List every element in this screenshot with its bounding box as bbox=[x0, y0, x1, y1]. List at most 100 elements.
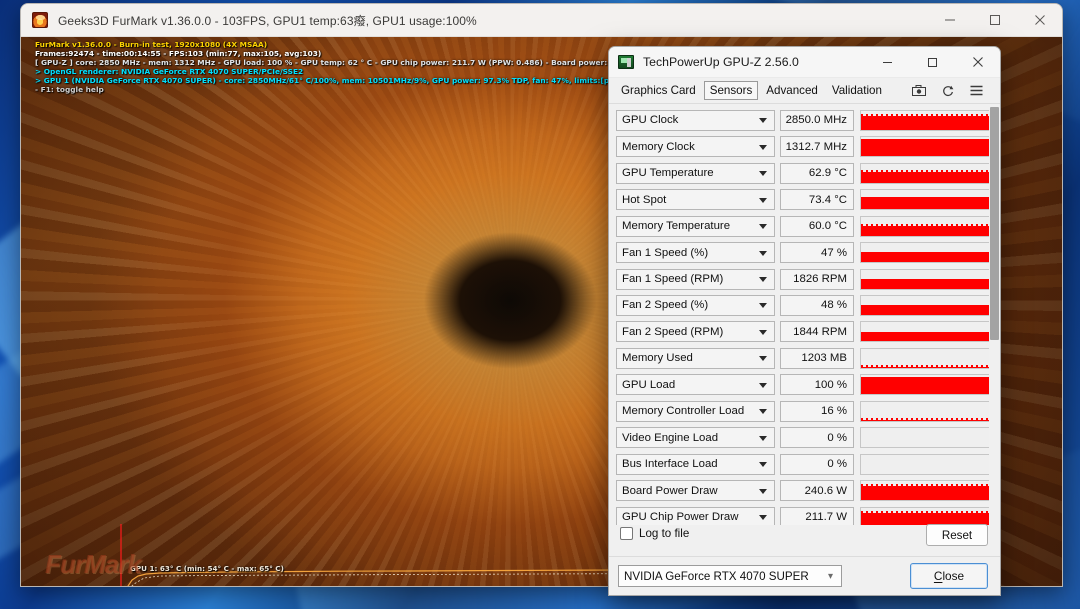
close-button[interactable]: Close bbox=[910, 563, 988, 589]
sensor-value: 100 % bbox=[780, 374, 854, 396]
sensor-name-dropdown[interactable]: GPU Clock bbox=[616, 109, 775, 131]
sensor-name-label: GPU Clock bbox=[622, 114, 679, 127]
sensor-graph-fill bbox=[861, 279, 994, 289]
sensor-name-label: Memory Controller Load bbox=[622, 405, 745, 418]
sensor-graph-noise bbox=[861, 417, 994, 420]
sensor-name-label: Fan 1 Speed (%) bbox=[622, 246, 709, 259]
gpuz-footer: Log to file Reset NVIDIA GeForce RTX 407… bbox=[609, 524, 1000, 595]
sensor-name-dropdown[interactable]: Memory Controller Load bbox=[616, 400, 775, 422]
minimize-icon[interactable] bbox=[927, 4, 972, 37]
minimize-icon[interactable] bbox=[865, 47, 910, 78]
chevron-down-icon bbox=[759, 197, 767, 203]
sensor-graph bbox=[860, 189, 994, 211]
gpu-selector-value: NVIDIA GeForce RTX 4070 SUPER bbox=[624, 569, 809, 583]
camera-icon[interactable] bbox=[904, 85, 933, 96]
sensor-graph-fill bbox=[861, 115, 994, 130]
chevron-down-icon bbox=[759, 277, 767, 282]
sensor-name-dropdown[interactable]: Fan 2 Speed (RPM) bbox=[616, 321, 775, 343]
sensor-name-dropdown[interactable]: Memory Temperature bbox=[616, 215, 775, 237]
reset-button[interactable]: Reset bbox=[926, 524, 988, 546]
gpuz-tabbar: Graphics Card Sensors Advanced Validatio… bbox=[609, 78, 1000, 104]
sensor-graph bbox=[860, 268, 994, 290]
sensor-name-dropdown[interactable]: Board Power Draw bbox=[616, 480, 775, 502]
sensor-value: 73.4 °C bbox=[780, 189, 854, 211]
log-to-file-checkbox[interactable] bbox=[620, 527, 633, 540]
sensor-name-dropdown[interactable]: Fan 1 Speed (RPM) bbox=[616, 268, 775, 290]
chevron-down-icon: ▾ bbox=[827, 570, 833, 582]
sensor-row: GPU Load 100 % bbox=[616, 374, 994, 396]
maximize-icon[interactable] bbox=[972, 4, 1017, 37]
sensor-name-label: GPU Load bbox=[622, 378, 676, 391]
sensor-graph-noise bbox=[861, 484, 994, 487]
sensor-name-dropdown[interactable]: Memory Used bbox=[616, 347, 775, 369]
sensor-name-dropdown[interactable]: Bus Interface Load bbox=[616, 453, 775, 475]
tab-sensors[interactable]: Sensors bbox=[703, 81, 759, 100]
sensor-graph-fill bbox=[861, 226, 994, 236]
sensor-row: Memory Temperature 60.0 °C bbox=[616, 215, 994, 237]
sensor-value: 1312.7 MHz bbox=[780, 136, 854, 158]
sensor-graph bbox=[860, 136, 994, 158]
sensor-graph bbox=[860, 294, 994, 316]
sensor-graph-fill bbox=[861, 305, 994, 315]
chevron-down-icon bbox=[759, 488, 767, 494]
sensor-scrollbar-thumb[interactable] bbox=[990, 107, 999, 340]
sensor-graph bbox=[860, 480, 994, 502]
sensor-row: Video Engine Load 0 % bbox=[616, 427, 994, 449]
sensor-row: Memory Clock 1312.7 MHz bbox=[616, 135, 994, 158]
close-button-label: Close bbox=[933, 569, 965, 583]
furmark-icon bbox=[32, 12, 48, 28]
sensor-graph-fill bbox=[861, 172, 994, 183]
sensor-list: GPU Clock 2850.0 MHz Memory Clock 1312.7 MH… bbox=[616, 109, 994, 582]
chevron-down-icon bbox=[759, 224, 767, 230]
close-icon[interactable] bbox=[1017, 4, 1062, 37]
log-to-file-row[interactable]: Log to file bbox=[620, 527, 689, 540]
sensor-name-dropdown[interactable]: Memory Clock bbox=[616, 136, 775, 158]
maximize-icon[interactable] bbox=[910, 47, 955, 78]
sensor-name-dropdown[interactable]: GPU Load bbox=[616, 374, 775, 396]
sensor-graph bbox=[860, 321, 994, 343]
sensor-name-dropdown[interactable]: Video Engine Load bbox=[616, 427, 775, 449]
sensor-row: Fan 2 Speed (RPM) 1844 RPM bbox=[616, 321, 994, 343]
sensor-graph-fill bbox=[861, 366, 994, 368]
chevron-down-icon bbox=[759, 144, 767, 150]
sensor-graph bbox=[860, 242, 994, 264]
chevron-down-icon bbox=[759, 382, 767, 388]
menu-icon[interactable] bbox=[962, 85, 991, 96]
footer-divider bbox=[609, 556, 1000, 557]
gpuz-titlebar[interactable]: TechPowerUp GPU-Z 2.56.0 bbox=[609, 47, 1000, 78]
furmark-titlebar[interactable]: Geeks3D FurMark v1.36.0.0 - 103FPS, GPU1… bbox=[21, 4, 1062, 37]
sensor-name-label: Bus Interface Load bbox=[622, 458, 718, 471]
tab-advanced[interactable]: Advanced bbox=[760, 81, 824, 100]
sensor-row: Fan 1 Speed (RPM) 1826 RPM bbox=[616, 268, 994, 290]
sensor-graph-fill bbox=[861, 419, 994, 421]
close-icon[interactable] bbox=[955, 47, 1000, 78]
sensor-row: Fan 2 Speed (%) 48 % bbox=[616, 294, 994, 316]
sensor-name-dropdown[interactable]: Fan 1 Speed (%) bbox=[616, 242, 775, 264]
sensor-row: Memory Controller Load 16 % bbox=[616, 400, 994, 422]
refresh-icon[interactable] bbox=[933, 85, 962, 97]
sensor-graph bbox=[860, 427, 994, 449]
sensor-name-label: GPU Temperature bbox=[622, 167, 714, 180]
sensor-value: 16 % bbox=[780, 400, 854, 422]
sensor-name-label: Fan 1 Speed (RPM) bbox=[622, 273, 724, 285]
sensor-row: GPU Temperature 62.9 °C bbox=[616, 162, 994, 184]
sensor-name-dropdown[interactable]: Fan 2 Speed (%) bbox=[616, 294, 775, 316]
tab-validation[interactable]: Validation bbox=[826, 81, 888, 100]
sensor-graph-noise bbox=[861, 224, 994, 227]
sensor-name-label: Board Power Draw bbox=[622, 484, 718, 497]
sensor-name-dropdown[interactable]: Hot Spot bbox=[616, 189, 775, 211]
chevron-down-icon bbox=[759, 171, 767, 177]
sensor-value: 62.9 °C bbox=[780, 162, 854, 184]
sensor-scrollbar[interactable] bbox=[989, 104, 1000, 564]
gpu-selector-dropdown[interactable]: NVIDIA GeForce RTX 4070 SUPER ▾ bbox=[618, 565, 842, 587]
tab-graphics-card[interactable]: Graphics Card bbox=[615, 81, 702, 100]
sensor-name-label: Hot Spot bbox=[622, 193, 667, 206]
sensor-name-dropdown[interactable]: GPU Temperature bbox=[616, 162, 775, 184]
sensor-name-label: Memory Temperature bbox=[622, 220, 731, 233]
sensor-name-label: Fan 2 Speed (RPM) bbox=[622, 325, 724, 338]
chevron-down-icon bbox=[759, 303, 767, 309]
sensor-graph-noise bbox=[861, 170, 994, 173]
chevron-down-icon bbox=[759, 409, 767, 415]
sensor-row: Memory Used 1203 MB bbox=[616, 347, 994, 369]
sensor-graph bbox=[860, 162, 994, 184]
